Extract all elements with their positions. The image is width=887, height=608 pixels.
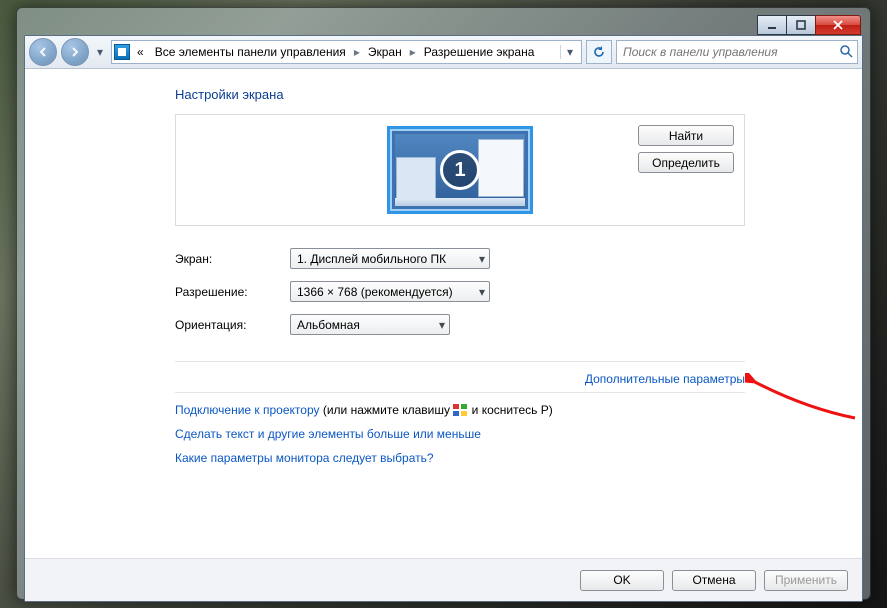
resolution-label: Разрешение:: [175, 285, 290, 299]
breadcrumb-item[interactable]: Разрешение экрана: [420, 45, 539, 59]
display-combobox[interactable]: 1. Дисплей мобильного ПК ▾: [290, 248, 490, 269]
identify-button[interactable]: Определить: [638, 152, 734, 173]
search-icon: [839, 44, 853, 61]
projector-link[interactable]: Подключение к проектору: [175, 403, 320, 417]
address-bar[interactable]: « Все элементы панели управления ▸ Экран…: [111, 40, 582, 64]
windows-key-icon: [453, 404, 468, 416]
chevron-down-icon: ▾: [479, 285, 485, 299]
cancel-button[interactable]: Отмена: [672, 570, 756, 591]
orientation-combobox[interactable]: Альбомная ▾: [290, 314, 450, 335]
chevron-right-icon[interactable]: ▸: [409, 45, 417, 59]
button-bar: OK Отмена Применить: [25, 558, 862, 601]
window-frame: ▾ « Все элементы панели управления ▸ Экр…: [16, 7, 871, 600]
advanced-settings-link[interactable]: Дополнительные параметры: [585, 372, 745, 386]
orientation-label: Ориентация:: [175, 318, 290, 332]
search-box[interactable]: [616, 40, 858, 64]
client-area: ▾ « Все элементы панели управления ▸ Экр…: [24, 35, 863, 602]
chevron-down-icon: ▾: [479, 252, 485, 266]
ok-button[interactable]: OK: [580, 570, 664, 591]
titlebar: [24, 15, 863, 35]
address-history-dropdown[interactable]: ▾: [560, 45, 579, 59]
resolution-combobox[interactable]: 1366 × 768 (рекомендуется) ▾: [290, 281, 490, 302]
detect-button[interactable]: Найти: [638, 125, 734, 146]
breadcrumb-item[interactable]: Все элементы панели управления: [151, 45, 350, 59]
minimize-button[interactable]: [757, 15, 787, 35]
control-panel-icon: [114, 44, 130, 60]
content-area: Настройки экрана 1 Найти Определить Экра…: [25, 69, 862, 558]
projector-row: Подключение к проектору (или нажмите кла…: [175, 403, 745, 417]
which-monitor-link[interactable]: Какие параметры монитора следует выбрать…: [175, 451, 434, 465]
back-button[interactable]: [29, 38, 57, 66]
chevron-down-icon: ▾: [439, 318, 445, 332]
monitor-number: 1: [440, 150, 480, 190]
breadcrumb-item[interactable]: Экран: [364, 45, 406, 59]
apply-button[interactable]: Применить: [764, 570, 848, 591]
breadcrumb-prefix: «: [133, 45, 148, 59]
text-size-link[interactable]: Сделать текст и другие элементы больше и…: [175, 427, 481, 441]
forward-button[interactable]: [61, 38, 89, 66]
display-label: Экран:: [175, 252, 290, 266]
monitor-thumbnail[interactable]: 1: [387, 126, 533, 214]
chevron-right-icon[interactable]: ▸: [353, 45, 361, 59]
display-preview: 1 Найти Определить: [175, 114, 745, 226]
nav-history-dropdown[interactable]: ▾: [93, 45, 107, 59]
toolbar: ▾ « Все элементы панели управления ▸ Экр…: [25, 36, 862, 69]
refresh-button[interactable]: [586, 40, 612, 64]
search-input[interactable]: [621, 44, 833, 60]
close-button[interactable]: [815, 15, 861, 35]
page-title: Настройки экрана: [175, 87, 745, 102]
maximize-button[interactable]: [786, 15, 816, 35]
